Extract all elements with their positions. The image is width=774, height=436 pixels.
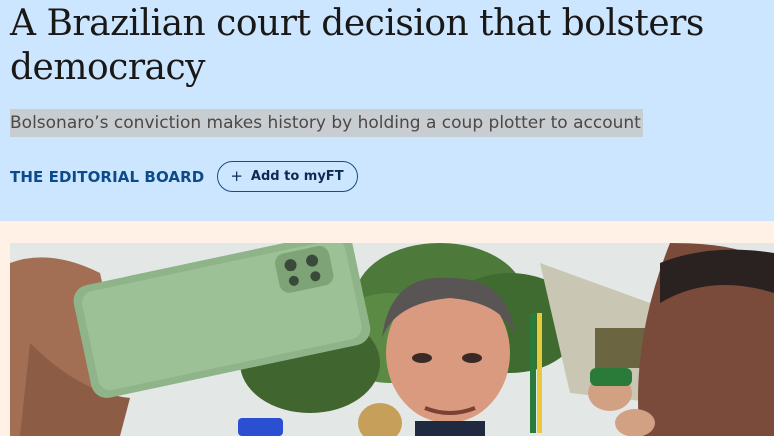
- add-to-myft-button[interactable]: + Add to myFT: [217, 161, 358, 192]
- byline: THE EDITORIAL BOARD + Add to myFT: [10, 160, 358, 193]
- plus-icon: +: [230, 167, 243, 185]
- article-header: A Brazilian court decision that bolsters…: [0, 0, 774, 221]
- author-link[interactable]: THE EDITORIAL BOARD: [10, 168, 204, 186]
- hero-image: [10, 243, 774, 436]
- article-headline: A Brazilian court decision that bolsters…: [10, 3, 704, 88]
- article-standfirst: Bolsonaro’s conviction makes history by …: [10, 109, 643, 137]
- hero-photo: [10, 243, 774, 436]
- add-to-myft-label: Add to myFT: [250, 169, 344, 184]
